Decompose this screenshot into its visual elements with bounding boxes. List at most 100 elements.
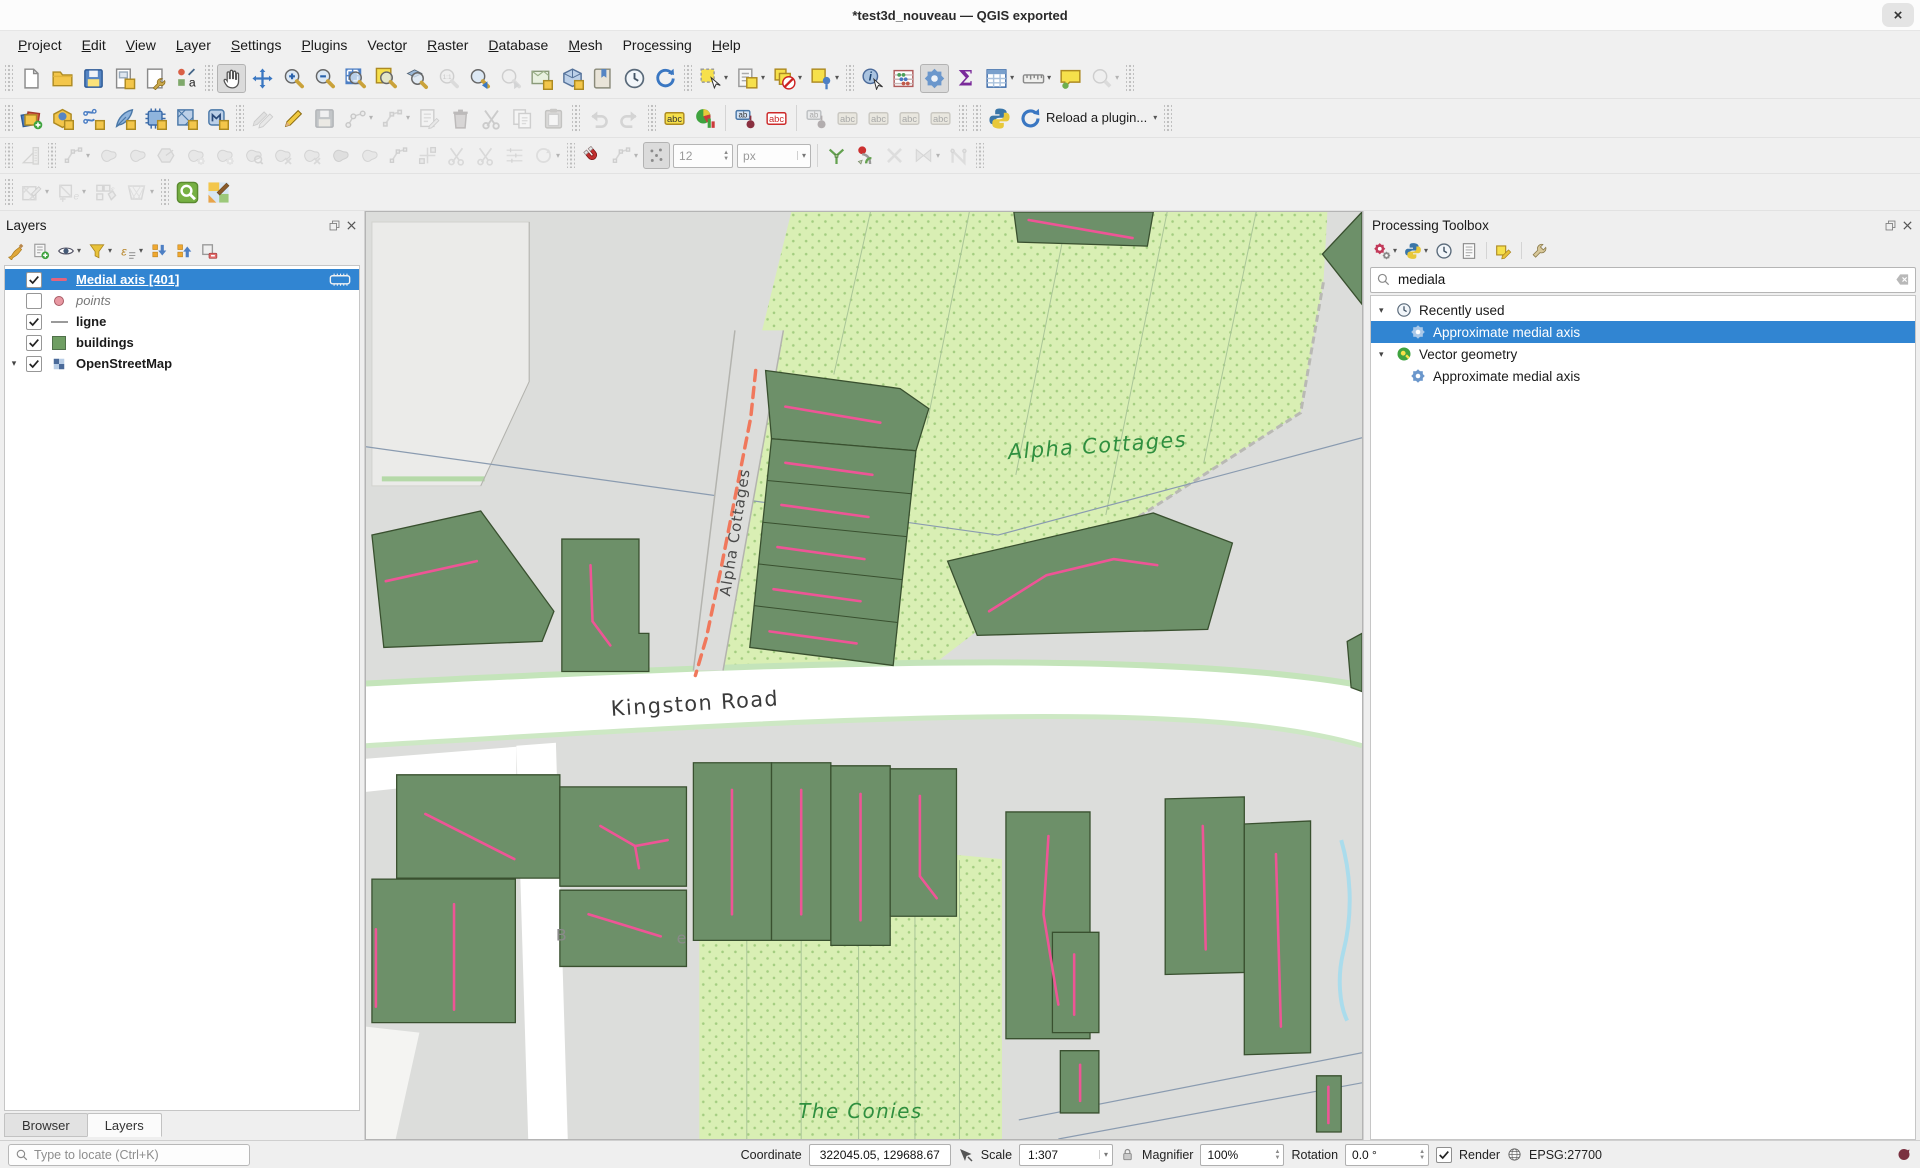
data-source-manager[interactable] <box>17 104 46 133</box>
toolbar-handle[interactable] <box>846 63 854 93</box>
reload-plugin[interactable]: Reload a plugin...▾ <box>1016 104 1160 133</box>
measure-line[interactable]: ▾ <box>1019 64 1054 93</box>
toolbar-handle[interactable] <box>973 104 981 132</box>
save-project[interactable] <box>79 64 108 93</box>
show-statistics[interactable]: Σ <box>951 64 980 93</box>
toolbar-handle[interactable] <box>1126 63 1134 93</box>
new-shapefile-layer[interactable] <box>79 104 108 133</box>
locator-search[interactable]: Type to locate (Ctrl+K) <box>8 1144 250 1166</box>
new-geopackage-layer[interactable] <box>48 104 77 133</box>
float-panel-icon[interactable] <box>328 218 341 233</box>
options[interactable] <box>1527 239 1551 263</box>
close-button[interactable]: × <box>1882 3 1914 27</box>
chevron-down-icon[interactable]: ▾ <box>1099 1150 1112 1159</box>
toolbar-handle[interactable] <box>48 143 56 168</box>
snapping-options[interactable] <box>643 142 670 169</box>
layer-item-buildings[interactable]: buildings <box>5 332 359 353</box>
messages-icon[interactable] <box>1896 1147 1912 1163</box>
zoom-full-extent[interactable] <box>341 64 370 93</box>
dock-tab-browser[interactable]: Browser <box>4 1113 88 1137</box>
coordinate-input[interactable]: 322045.05, 129688.67 <box>809 1144 951 1166</box>
close-panel-icon[interactable] <box>345 218 358 233</box>
style-manager[interactable]: a <box>172 64 201 93</box>
snapping-unit[interactable]: px▾ <box>737 144 811 168</box>
new-mesh-layer[interactable] <box>172 104 201 133</box>
highlight-pinned-labels[interactable]: abc <box>762 104 791 133</box>
layer-item-medial-axis-401-[interactable]: Medial axis [401] <box>5 269 359 290</box>
open-attribute-table[interactable]: ▾ <box>982 64 1017 93</box>
zoom-last[interactable] <box>465 64 494 93</box>
edit-features-in-place[interactable] <box>1492 239 1516 263</box>
scripts-menu[interactable]: ▾ <box>1401 239 1431 263</box>
pan-map[interactable] <box>217 64 246 93</box>
processing-search-box[interactable] <box>1370 267 1916 293</box>
menu-layer[interactable]: Layer <box>166 34 221 56</box>
new-3d-map-view[interactable] <box>558 64 587 93</box>
new-project[interactable] <box>17 64 46 93</box>
results-viewer[interactable] <box>1457 239 1481 263</box>
enable-snapping[interactable] <box>579 142 606 169</box>
identify-features[interactable]: i <box>858 64 887 93</box>
filter-by-expression[interactable]: ε▾ <box>116 239 146 263</box>
python-console[interactable] <box>985 104 1014 133</box>
float-panel-icon[interactable] <box>1884 218 1897 233</box>
toolbar-handle[interactable] <box>161 179 169 205</box>
new-map-view[interactable] <box>527 64 556 93</box>
show-spatial-bookmarks[interactable] <box>589 64 618 93</box>
dock-tab-layers[interactable]: Layers <box>87 1113 162 1137</box>
new-temporary-scratch-layer[interactable] <box>141 104 170 133</box>
layer-labeling-options[interactable]: abc <box>660 104 689 133</box>
remove-layer[interactable] <box>197 239 221 263</box>
pin-unpin-labels[interactable]: ab <box>731 104 760 133</box>
expander-icon[interactable]: ▾ <box>8 358 20 369</box>
toolbar-handle[interactable] <box>236 104 244 132</box>
open-layer-styling-dock[interactable] <box>4 239 28 263</box>
toolbar-handle[interactable] <box>572 104 580 132</box>
layer-visibility-checkbox[interactable] <box>26 356 42 372</box>
pan-to-selection[interactable] <box>248 64 277 93</box>
processing-search-input[interactable] <box>1396 271 1890 288</box>
layer-item-ligne[interactable]: ligne <box>5 311 359 332</box>
globe-icon[interactable] <box>1507 1147 1522 1162</box>
epsg-badge[interactable]: EPSG:27700 <box>1529 1148 1602 1162</box>
toolbar-handle[interactable] <box>5 104 13 132</box>
new-spatialite-layer[interactable] <box>110 104 139 133</box>
collapse-all[interactable] <box>172 239 196 263</box>
magnifier-spinner[interactable]: 100% ▲▼ <box>1200 1144 1284 1166</box>
toolbar-handle[interactable] <box>1164 104 1172 132</box>
menu-mesh[interactable]: Mesh <box>558 34 612 56</box>
enable-tracing[interactable] <box>852 142 879 169</box>
menu-settings[interactable]: Settings <box>221 34 292 56</box>
menu-raster[interactable]: Raster <box>417 34 478 56</box>
toolbar-handle[interactable] <box>648 104 656 132</box>
menu-processing[interactable]: Processing <box>613 34 702 56</box>
lock-icon[interactable] <box>1120 1147 1135 1162</box>
topological-editing[interactable] <box>823 142 850 169</box>
toolbar-handle[interactable] <box>684 63 692 93</box>
layer-visibility-checkbox[interactable] <box>26 293 42 309</box>
osm-edit[interactable] <box>204 178 233 207</box>
toolbar-handle[interactable] <box>205 63 213 93</box>
close-panel-icon[interactable] <box>1901 218 1914 233</box>
show-layout-manager[interactable] <box>141 64 170 93</box>
select-by-location[interactable]: ▾ <box>807 64 842 93</box>
menu-plugins[interactable]: Plugins <box>291 34 357 56</box>
clear-search-icon[interactable] <box>1895 271 1910 289</box>
add-group[interactable] <box>29 239 53 263</box>
layer-visibility-checkbox[interactable] <box>26 272 42 288</box>
statistical-summary[interactable] <box>889 64 918 93</box>
deselect-features[interactable]: ▾ <box>770 64 805 93</box>
menu-vector[interactable]: Vector <box>357 34 417 56</box>
toolbar-handle[interactable] <box>976 143 984 168</box>
processing-algorithm-approximate-medial-axis[interactable]: Approximate medial axis <box>1371 321 1915 343</box>
expander-icon[interactable]: ▾ <box>1379 349 1389 360</box>
zoom-to-layer[interactable] <box>403 64 432 93</box>
toolbar-handle[interactable] <box>567 143 575 168</box>
expander-icon[interactable]: ▾ <box>1379 305 1389 316</box>
toolbar-handle[interactable] <box>5 179 13 205</box>
refresh-map[interactable] <box>651 64 680 93</box>
extent-toggle-icon[interactable] <box>958 1147 974 1163</box>
map-tips[interactable] <box>1056 64 1085 93</box>
processing-group-recently-used[interactable]: ▾Recently used <box>1371 299 1915 321</box>
select-by-value[interactable]: ▾ <box>733 64 768 93</box>
